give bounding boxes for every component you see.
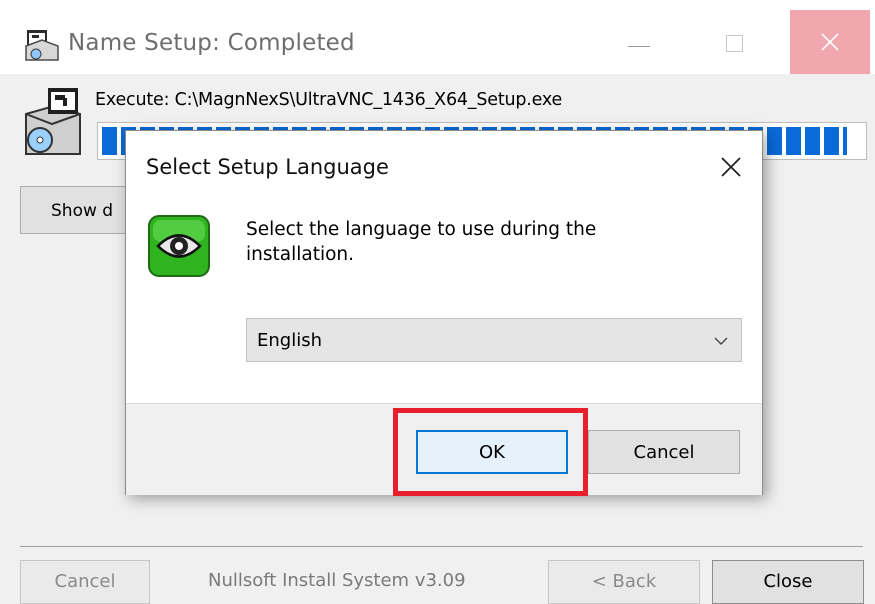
language-select[interactable]: English <box>246 318 742 362</box>
dialog-button-bar: OK Cancel <box>126 403 762 495</box>
dialog-title: Select Setup Language <box>146 155 389 179</box>
minimize-button[interactable] <box>600 10 680 74</box>
installer-package-icon <box>18 84 84 160</box>
language-selected-value: English <box>257 330 322 351</box>
close-icon <box>821 33 839 51</box>
close-button[interactable]: Close <box>712 560 864 604</box>
chevron-down-icon <box>714 337 728 345</box>
nsis-branding-text: Nullsoft Install System v3.09 <box>208 570 466 591</box>
ultravnc-eye-icon <box>148 215 210 277</box>
ok-button[interactable]: OK <box>416 430 568 474</box>
back-button[interactable]: < Back <box>548 560 700 604</box>
dialog-cancel-button[interactable]: Cancel <box>588 430 740 474</box>
title-bar: Name Setup: Completed <box>0 0 875 74</box>
window-title: Name Setup: Completed <box>68 30 355 56</box>
installer-package-icon <box>24 26 60 62</box>
maximize-button[interactable] <box>690 10 780 74</box>
footer-divider <box>20 546 863 547</box>
language-dialog: Select Setup Language Select the languag… <box>125 130 763 495</box>
cancel-button-disabled[interactable]: Cancel <box>20 560 150 604</box>
close-icon <box>721 157 741 177</box>
execute-status-text: Execute: C:\MagnNexS\UltraVNC_1436_X64_S… <box>95 90 563 110</box>
window-close-button[interactable] <box>790 10 870 74</box>
dialog-message: Select the language to use during the in… <box>246 219 597 265</box>
dialog-close-button[interactable] <box>711 147 751 187</box>
